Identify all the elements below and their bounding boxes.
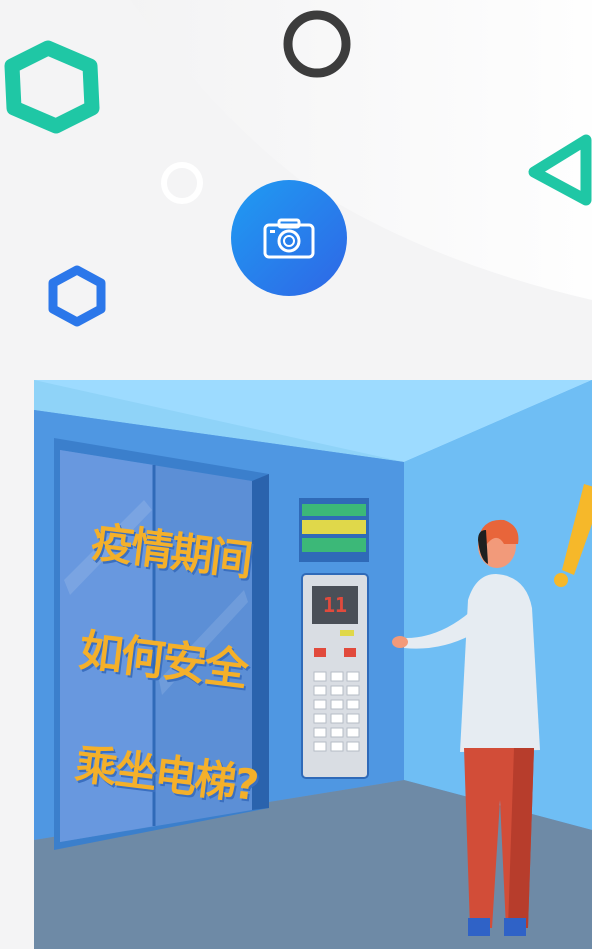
camera-button[interactable] <box>231 180 347 296</box>
elevator-safety-illustration: 疫情期间 如何安全 乘坐电梯? 11 <box>34 380 592 949</box>
camera-icon <box>263 218 315 259</box>
floor-display: 11 <box>322 593 348 617</box>
